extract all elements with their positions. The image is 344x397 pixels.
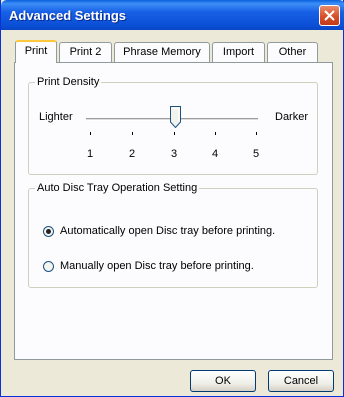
radio-manual-open-label: Manually open Disc tray before printing. [60, 260, 254, 272]
radio-button[interactable] [43, 261, 54, 272]
tick-mark [174, 132, 175, 135]
tick-mark [215, 132, 216, 135]
title-bar[interactable]: Advanced Settings [1, 0, 344, 30]
radio-button-selected[interactable] [43, 226, 54, 237]
ok-button[interactable]: OK [190, 370, 256, 392]
tab-print-2[interactable]: Print 2 [59, 42, 112, 62]
tick-label-5: 5 [252, 148, 260, 160]
tick-label-1: 1 [86, 148, 94, 160]
tab-phrase-memory[interactable]: Phrase Memory [114, 42, 210, 62]
print-density-label: Print Density [35, 76, 102, 89]
tick-mark [132, 132, 133, 135]
radio-manual-open[interactable]: Manually open Disc tray before printing. [43, 260, 293, 274]
close-icon [324, 10, 335, 21]
radio-auto-open[interactable]: Automatically open Disc tray before prin… [43, 225, 293, 239]
advanced-settings-dialog: Advanced Settings Print Print 2 Phrase M… [0, 0, 344, 397]
tick-mark [256, 132, 257, 135]
darker-label: Darker [275, 111, 309, 123]
tab-import[interactable]: Import [212, 42, 265, 62]
tick-mark [90, 132, 91, 135]
tick-label-2: 2 [128, 148, 136, 160]
tick-label-4: 4 [211, 148, 219, 160]
tab-print[interactable]: Print [15, 40, 57, 63]
print-density-group: Print Density [28, 76, 318, 175]
tab-other[interactable]: Other [267, 42, 318, 62]
disc-tray-group-label: Auto Disc Tray Operation Setting [35, 182, 200, 195]
lighter-label: Lighter [39, 111, 73, 123]
close-button[interactable] [319, 5, 340, 26]
cancel-button[interactable]: Cancel [268, 370, 334, 392]
radio-auto-open-label: Automatically open Disc tray before prin… [60, 225, 276, 237]
tick-label-3: 3 [170, 148, 178, 160]
window-title: Advanced Settings [9, 8, 127, 23]
print-density-slider-thumb[interactable] [170, 106, 181, 128]
